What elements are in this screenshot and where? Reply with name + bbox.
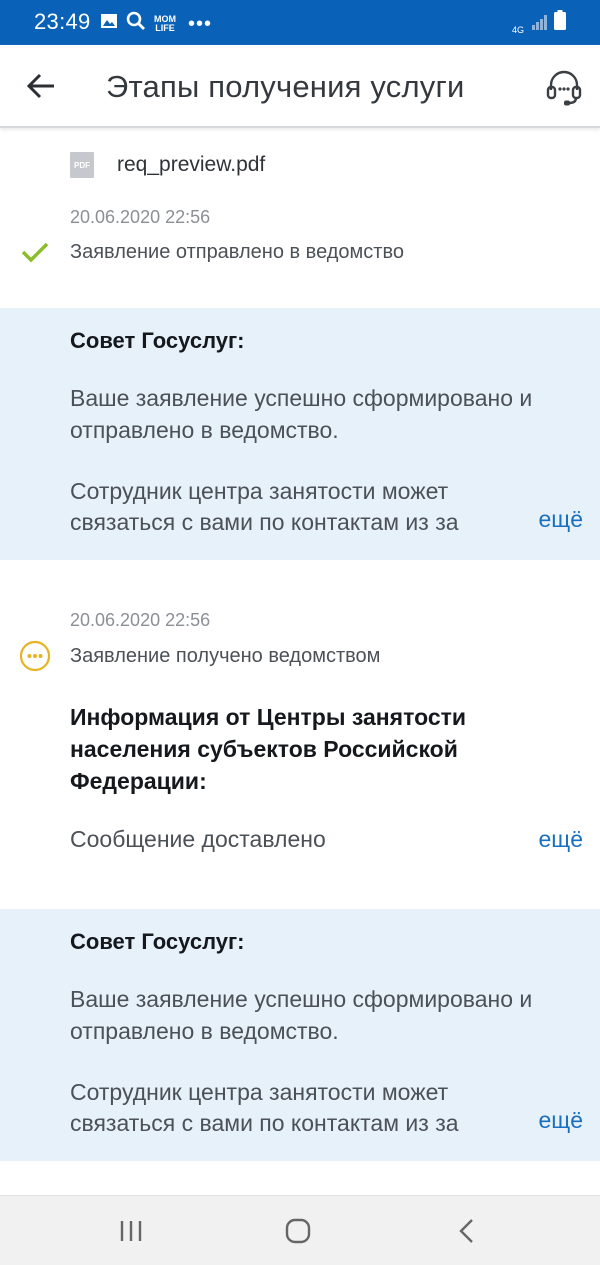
advice-title: Совет Госуслуг: xyxy=(70,929,245,954)
more-notifications-icon: ••• xyxy=(188,12,213,35)
more-link[interactable]: ещё xyxy=(538,826,583,853)
page-title: Этапы получения услуги xyxy=(106,69,465,104)
status-bar: 23:49 MOM LIFE ••• 4G xyxy=(0,0,600,45)
event-status xyxy=(19,640,51,672)
network-type-indicator: 4G xyxy=(511,25,524,35)
event-text: Заявление отправлено в ведомство xyxy=(70,241,404,263)
recent-apps-button[interactable] xyxy=(111,1213,151,1249)
advice-text-line: Сотрудник центра занятости может xyxy=(70,478,449,504)
attachment-file-name: req_preview.pdf xyxy=(117,153,266,176)
arrow-left-icon xyxy=(26,73,54,99)
advice-text-line: связаться с вами по контактам из за xyxy=(70,1110,459,1136)
event-date: 20.06.2020 22:56 xyxy=(70,610,211,630)
advice-text-line: Сотрудник центра занятости может xyxy=(70,1079,449,1105)
info-title: Информация от Центры занятости населения… xyxy=(70,704,467,794)
status-time: 23:49 xyxy=(34,9,91,34)
pending-dots-icon xyxy=(19,640,51,672)
mom-life-app-icon: MOM LIFE xyxy=(154,13,176,33)
text-fade xyxy=(472,1108,532,1139)
advice-text-truncated: Сотрудник центра занятости может связать… xyxy=(70,1077,530,1139)
event-status xyxy=(19,236,51,268)
event-date: 20.06.2020 22:56 xyxy=(70,207,211,227)
check-icon xyxy=(21,242,49,263)
advice-block: Совет Госуслуг: Ваше заявление успешно с… xyxy=(0,909,600,1161)
attachment-row[interactable]: PDF req_preview.pdf xyxy=(70,152,265,178)
status-system-icons: 4G xyxy=(510,10,566,35)
signal-icon xyxy=(532,14,548,35)
more-link[interactable]: ещё xyxy=(538,1107,583,1134)
event-text: Заявление получено ведомством xyxy=(70,645,381,667)
nav-back-button[interactable] xyxy=(446,1213,486,1249)
more-link[interactable]: ещё xyxy=(538,506,583,533)
home-button[interactable] xyxy=(278,1213,318,1249)
back-button[interactable] xyxy=(22,69,60,103)
advice-text: Ваше заявление успешно сформировано и от… xyxy=(70,986,533,1044)
advice-text-line: связаться с вами по контактам из за xyxy=(70,509,459,535)
info-text: Сообщение доставлено xyxy=(70,826,326,852)
recent-apps-icon xyxy=(120,1221,142,1241)
gallery-icon xyxy=(100,12,118,35)
app-header: Этапы получения услуги xyxy=(0,45,600,128)
advice-text: Ваше заявление успешно сформировано и от… xyxy=(70,385,533,443)
pdf-file-icon: PDF xyxy=(70,152,94,178)
advice-title: Совет Госуслуг: xyxy=(70,328,245,353)
headset-icon xyxy=(546,70,582,106)
status-notification-icons: MOM LIFE ••• xyxy=(100,11,212,36)
support-button[interactable] xyxy=(544,67,584,107)
home-icon xyxy=(285,1218,311,1244)
system-nav-bar xyxy=(0,1195,600,1265)
advice-text-truncated: Сотрудник центра занятости может связать… xyxy=(70,476,530,538)
battery-icon xyxy=(554,10,566,35)
search-icon xyxy=(126,11,146,36)
advice-block: Совет Госуслуг: Ваше заявление успешно с… xyxy=(0,308,600,560)
text-fade xyxy=(472,507,532,538)
nav-back-icon xyxy=(459,1219,473,1243)
